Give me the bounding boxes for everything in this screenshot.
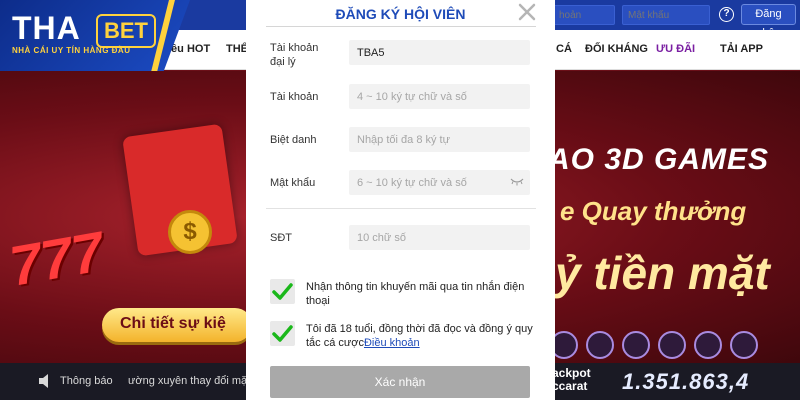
password-input[interactable] [349, 170, 530, 195]
modal-divider [266, 26, 536, 27]
notice-marquee: ường xuyên thay đổi mặ [128, 375, 248, 387]
registration-modal: ĐĂNG KÝ HỘI VIÊN Tài khoản đại lý Tài kh… [246, 0, 555, 400]
logo-slogan: NHÀ CÁI UY TÍN HÀNG ĐẦU [12, 46, 131, 55]
nav-item-pvp[interactable]: ĐỐI KHÁNG [585, 43, 648, 55]
header-username-input[interactable] [553, 5, 615, 25]
jackpot-label-line2: ccarat [552, 379, 588, 393]
nickname-label: Biệt danh [270, 134, 317, 146]
age-terms-checkbox[interactable] [270, 321, 295, 346]
agent-account-label-line2: đại lý [270, 56, 296, 68]
promo-sms-text: Nhận thông tin khuyến mãi qua tin nhắn đ… [306, 281, 525, 307]
jackpot-value: 1.351.863,4 [622, 369, 750, 394]
speaker-icon [39, 374, 48, 388]
nav-item-promotions[interactable]: ƯU ĐÃI [656, 43, 695, 55]
nav-item-betting[interactable]: CÁ [556, 43, 572, 55]
header-password-input[interactable] [622, 5, 710, 25]
coin-icon: $ [168, 210, 212, 254]
notice-label: Thông báo [60, 375, 113, 387]
phone-label: SĐT [270, 232, 292, 244]
age-terms-text: Tôi đã 18 tuổi, đồng thời đã đọc và đồng… [306, 322, 536, 350]
confirm-button[interactable]: Xác nhận [270, 366, 530, 398]
banner-subheadline: e Quay thưởng [560, 196, 747, 226]
close-icon[interactable] [517, 2, 537, 22]
game-icon[interactable] [658, 331, 686, 359]
checkmark-icon [272, 325, 293, 342]
login-button[interactable]: Đăng nhập [741, 4, 796, 39]
game-icon[interactable] [622, 331, 650, 359]
nav-item-hot[interactable]: iều HOT [168, 43, 210, 55]
game-icon[interactable] [586, 331, 614, 359]
game-icon[interactable] [730, 331, 758, 359]
banner-tagline: ỷ tiền mặt [555, 247, 770, 299]
question-circle-icon[interactable]: ? [719, 7, 734, 22]
promo-sms-checkbox[interactable] [270, 279, 295, 304]
checkmark-icon [272, 283, 293, 300]
banner-headline: AO 3D GAMES [548, 143, 770, 176]
agent-account-label-line1: Tài khoản [270, 42, 319, 54]
jackpot-label: ackpot ccarat [552, 367, 591, 393]
game-icon[interactable] [694, 331, 722, 359]
modal-title: ĐĂNG KÝ HỘI VIÊN [335, 6, 466, 22]
nav-item-sports[interactable]: THỂ [226, 43, 248, 55]
nav-item-download-app[interactable]: TẢI APP [720, 43, 763, 55]
nickname-input[interactable] [349, 127, 530, 152]
event-details-button[interactable]: Chi tiết sự kiệ [102, 308, 252, 342]
eye-closed-icon[interactable] [510, 178, 524, 186]
section-divider [266, 208, 536, 209]
account-input[interactable] [349, 84, 530, 109]
game-icon-strip [548, 328, 800, 362]
agent-account-label: Tài khoản đại lý [270, 41, 318, 69]
logo-text: THA [12, 10, 81, 46]
agent-account-input[interactable] [349, 40, 530, 65]
slot-777-image: 777 [5, 219, 109, 298]
password-label: Mật khẩu [270, 177, 316, 189]
terms-link[interactable]: Điều khoản [364, 337, 420, 349]
account-label: Tài khoản [270, 91, 319, 103]
logo-badge: BET [96, 14, 156, 48]
phone-input[interactable] [349, 225, 530, 250]
